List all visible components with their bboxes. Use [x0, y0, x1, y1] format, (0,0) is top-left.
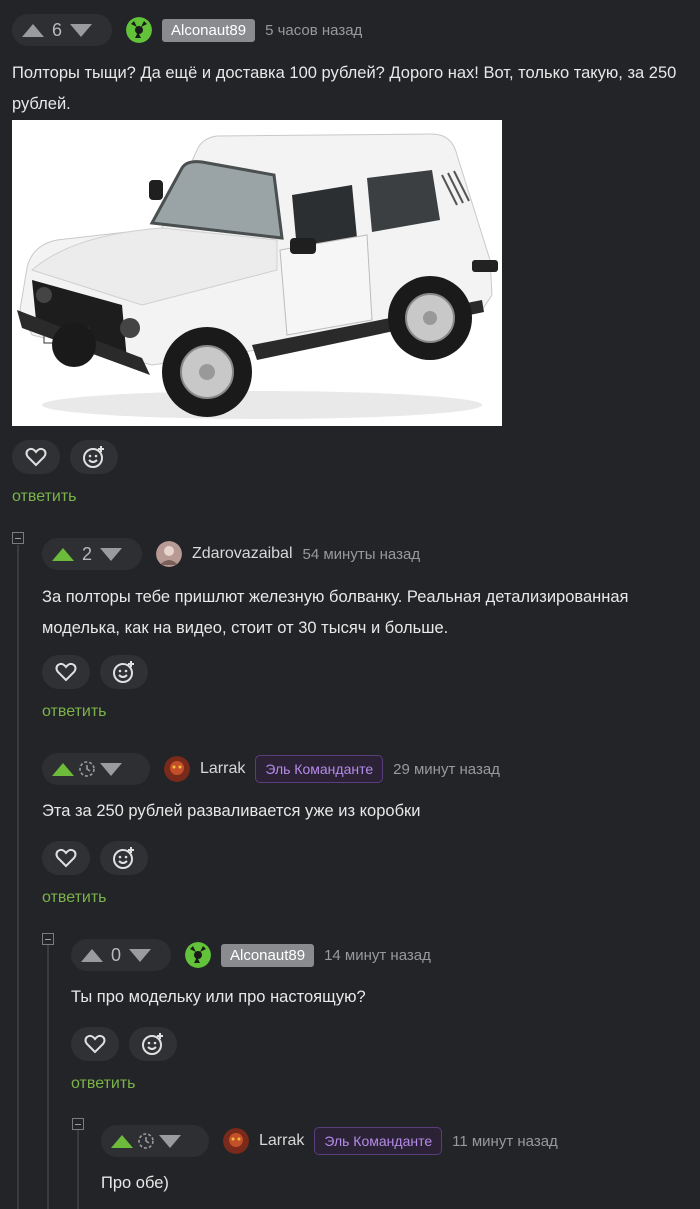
heart-icon: [25, 447, 47, 467]
like-button[interactable]: [42, 655, 90, 689]
upvote-icon[interactable]: [22, 23, 44, 37]
downvote-icon[interactable]: [70, 23, 92, 37]
author-name[interactable]: Alconaut89: [221, 943, 315, 967]
smiley-plus-icon: [83, 446, 104, 468]
vote-count: 6: [51, 19, 62, 40]
downvote-icon[interactable]: [159, 1134, 181, 1148]
comment-text: Полторы тыщи? Да ещё и доставка 100 рубл…: [12, 64, 677, 113]
comment: 2 Zdarovazaibal 54 минуты назад: [0, 538, 700, 570]
smiley-plus-icon: [142, 1033, 163, 1055]
comment-text: Про обе): [101, 1174, 169, 1192]
smiley-plus-icon: [113, 661, 134, 683]
reply-link[interactable]: ответить: [71, 1075, 136, 1093]
avatar[interactable]: [185, 942, 211, 968]
downvote-icon[interactable]: [129, 948, 151, 962]
react-button[interactable]: [70, 440, 118, 474]
vote-count: 0: [110, 944, 121, 965]
like-button[interactable]: [71, 1027, 119, 1061]
author-name[interactable]: Larrak: [259, 1132, 304, 1150]
like-button[interactable]: [12, 440, 60, 474]
reply-link[interactable]: ответить: [12, 488, 77, 506]
upvote-icon[interactable]: [81, 948, 103, 962]
avatar[interactable]: [223, 1128, 249, 1154]
smiley-plus-icon: [113, 847, 134, 869]
vote-block: 0: [71, 939, 171, 971]
reply-link[interactable]: ответить: [42, 889, 107, 907]
heart-icon: [55, 848, 77, 868]
thread-line: [47, 945, 49, 1209]
heart-icon: [55, 662, 77, 682]
comment: Larrak Эль Команданте 11 минут назад: [0, 1125, 700, 1157]
clock-icon: [74, 760, 100, 778]
react-button[interactable]: [100, 655, 148, 689]
timestamp[interactable]: 29 минут назад: [393, 761, 500, 778]
author-name[interactable]: Alconaut89: [162, 18, 256, 42]
author-name[interactable]: Zdarovazaibal: [192, 545, 293, 563]
vote-block: [101, 1125, 209, 1157]
timestamp[interactable]: 54 минуты назад: [303, 546, 421, 563]
timestamp[interactable]: 11 минут назад: [452, 1133, 558, 1150]
avatar[interactable]: [164, 756, 190, 782]
avatar[interactable]: [156, 541, 182, 567]
comment-image[interactable]: [12, 120, 502, 426]
vote-count: 2: [81, 543, 92, 564]
author-name[interactable]: Larrak: [200, 760, 245, 778]
reply-link[interactable]: ответить: [42, 703, 107, 721]
heart-icon: [84, 1034, 106, 1054]
user-title-badge: Эль Команданте: [255, 755, 384, 783]
user-title-badge: Эль Команданте: [314, 1127, 443, 1155]
upvote-icon[interactable]: [52, 762, 74, 776]
comment-actions: [12, 440, 118, 474]
vote-block: 6: [12, 14, 112, 46]
upvote-icon[interactable]: [111, 1134, 133, 1148]
downvote-icon[interactable]: [100, 762, 122, 776]
react-button[interactable]: [100, 841, 148, 875]
comment: 6 Alconaut89 5 часов назад: [0, 14, 700, 46]
react-button[interactable]: [129, 1027, 177, 1061]
thread-line: [17, 545, 19, 1209]
comment: Larrak Эль Команданте 29 минут назад: [0, 753, 700, 785]
comment-actions: [71, 1027, 177, 1061]
comment-actions: [42, 655, 148, 689]
timestamp[interactable]: 5 часов назад: [265, 22, 362, 39]
vote-block: 2: [42, 538, 142, 570]
comment-text: Эта за 250 рублей разваливается уже из к…: [42, 802, 421, 820]
upvote-icon[interactable]: [52, 547, 74, 561]
comment-text: За полторы тебе пришлют железную болванк…: [42, 588, 629, 637]
downvote-icon[interactable]: [100, 547, 122, 561]
avatar[interactable]: [126, 17, 152, 43]
like-button[interactable]: [42, 841, 90, 875]
vote-block: [42, 753, 150, 785]
comment-text: Ты про модельку или про настоящую?: [71, 988, 366, 1006]
timestamp[interactable]: 14 минут назад: [324, 947, 431, 964]
comment-actions: [42, 841, 148, 875]
clock-icon: [133, 1132, 159, 1150]
comment: 0 Alconaut89 14 минут назад: [0, 939, 700, 971]
